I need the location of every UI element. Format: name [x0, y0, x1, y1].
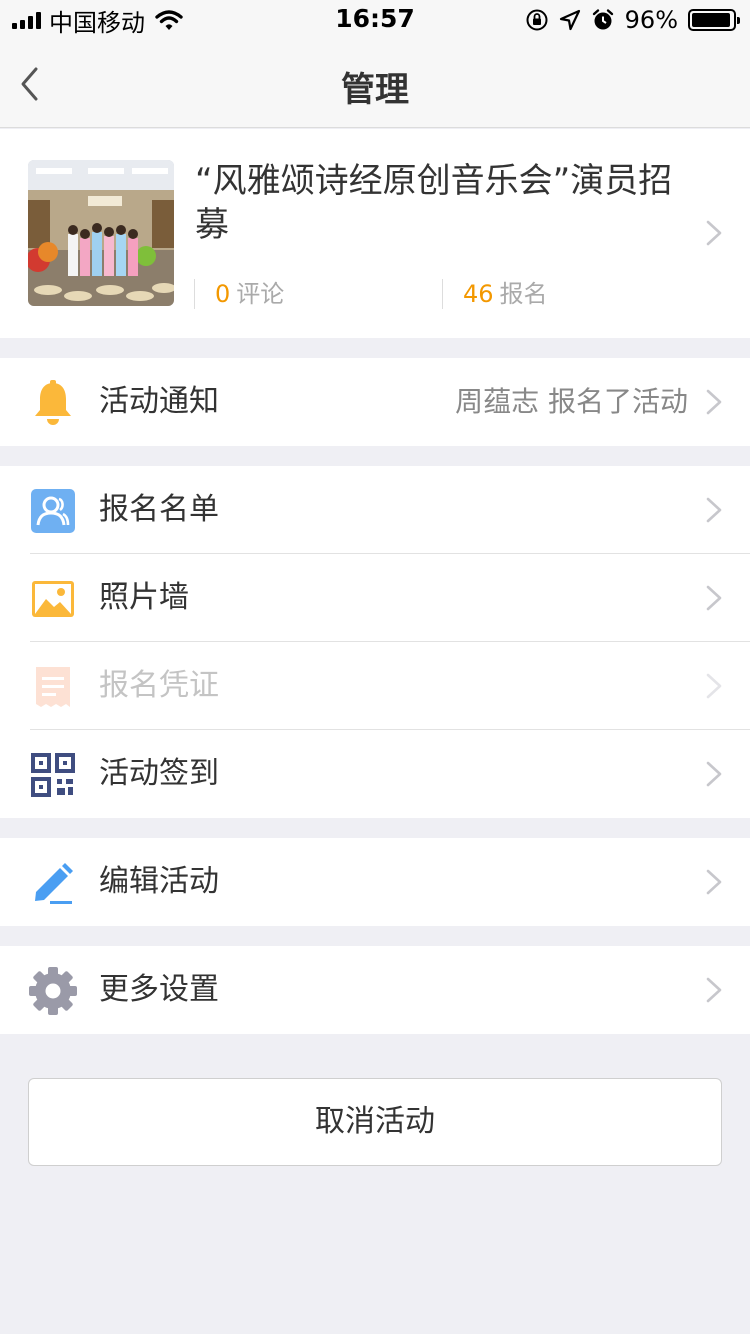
- menu-item-more-settings[interactable]: 更多设置: [0, 946, 750, 1034]
- orientation-lock-icon: [526, 9, 548, 31]
- status-bar-right: 96%: [525, 6, 740, 34]
- chevron-right-icon: [706, 869, 722, 895]
- menu-item-more-settings-label: 更多设置: [99, 972, 219, 1007]
- alarm-icon: [592, 9, 613, 30]
- menu-item-edit-activity[interactable]: 编辑活动: [0, 838, 750, 926]
- location-icon: [559, 9, 580, 31]
- menu-item-checkin-label: 活动签到: [99, 756, 219, 791]
- receipt-icon: [36, 667, 70, 707]
- settings-section: 更多设置: [0, 946, 750, 1034]
- user-card-icon: [31, 489, 75, 533]
- activity-notification-row[interactable]: 活动通知 周蕴志 报名了活动: [0, 358, 750, 446]
- menu-item-signup-list-label: 报名名单: [99, 492, 219, 527]
- chevron-right-icon: [706, 761, 722, 787]
- battery-percent: 96%: [624, 6, 678, 34]
- edit-section: 编辑活动: [0, 838, 750, 926]
- notification-section: 活动通知 周蕴志 报名了活动: [0, 358, 750, 446]
- chevron-right-icon: [706, 497, 722, 523]
- menu-item-signup-list[interactable]: 报名名单: [0, 466, 750, 554]
- qr-code-icon: [31, 753, 75, 797]
- navigation-bar: 管理: [0, 40, 750, 128]
- event-stats: 0 评论 46 报名: [194, 279, 694, 309]
- chevron-right-icon: [706, 977, 722, 1003]
- battery-level: [692, 13, 731, 27]
- management-menu: 报名名单 照片墙 报名凭证 活动签到: [0, 466, 750, 818]
- signups-stat[interactable]: 46 报名: [442, 279, 548, 309]
- chevron-right-icon: [706, 389, 722, 415]
- comments-stat[interactable]: 0 评论: [194, 279, 284, 309]
- image-icon: [32, 581, 74, 617]
- signups-label: 报名: [499, 280, 548, 308]
- event-card[interactable]: “风雅颂诗经原创音乐会”演员招募 0 评论 46 报名: [0, 129, 750, 338]
- activity-notification-label: 活动通知: [99, 384, 219, 419]
- chevron-right-icon: [706, 673, 722, 699]
- comments-count: 0: [215, 280, 231, 308]
- page-title: 管理: [341, 70, 409, 110]
- battery-icon: [688, 9, 740, 31]
- activity-notification-value: 周蕴志 报名了活动: [455, 385, 688, 418]
- status-bar: 中国移动 16:57 96%: [0, 0, 750, 40]
- menu-item-signup-voucher[interactable]: 报名凭证: [0, 642, 750, 730]
- menu-item-photo-wall-label: 照片墙: [99, 580, 189, 615]
- comments-label: 评论: [236, 280, 285, 308]
- menu-item-signup-voucher-label: 报名凭证: [99, 668, 219, 703]
- signups-count: 46: [463, 280, 494, 308]
- menu-item-photo-wall[interactable]: 照片墙: [0, 554, 750, 642]
- event-thumbnail: [28, 160, 174, 306]
- pencil-icon: [35, 863, 73, 904]
- gear-icon: [29, 967, 77, 1015]
- cancel-activity-button[interactable]: 取消活动: [28, 1078, 722, 1166]
- menu-item-edit-activity-label: 编辑活动: [99, 864, 219, 899]
- chevron-right-icon: [706, 585, 722, 611]
- bell-icon: [35, 380, 71, 425]
- menu-item-checkin[interactable]: 活动签到: [0, 730, 750, 818]
- event-title: “风雅颂诗经原创音乐会”演员招募: [195, 161, 673, 245]
- chevron-right-icon: [706, 220, 722, 246]
